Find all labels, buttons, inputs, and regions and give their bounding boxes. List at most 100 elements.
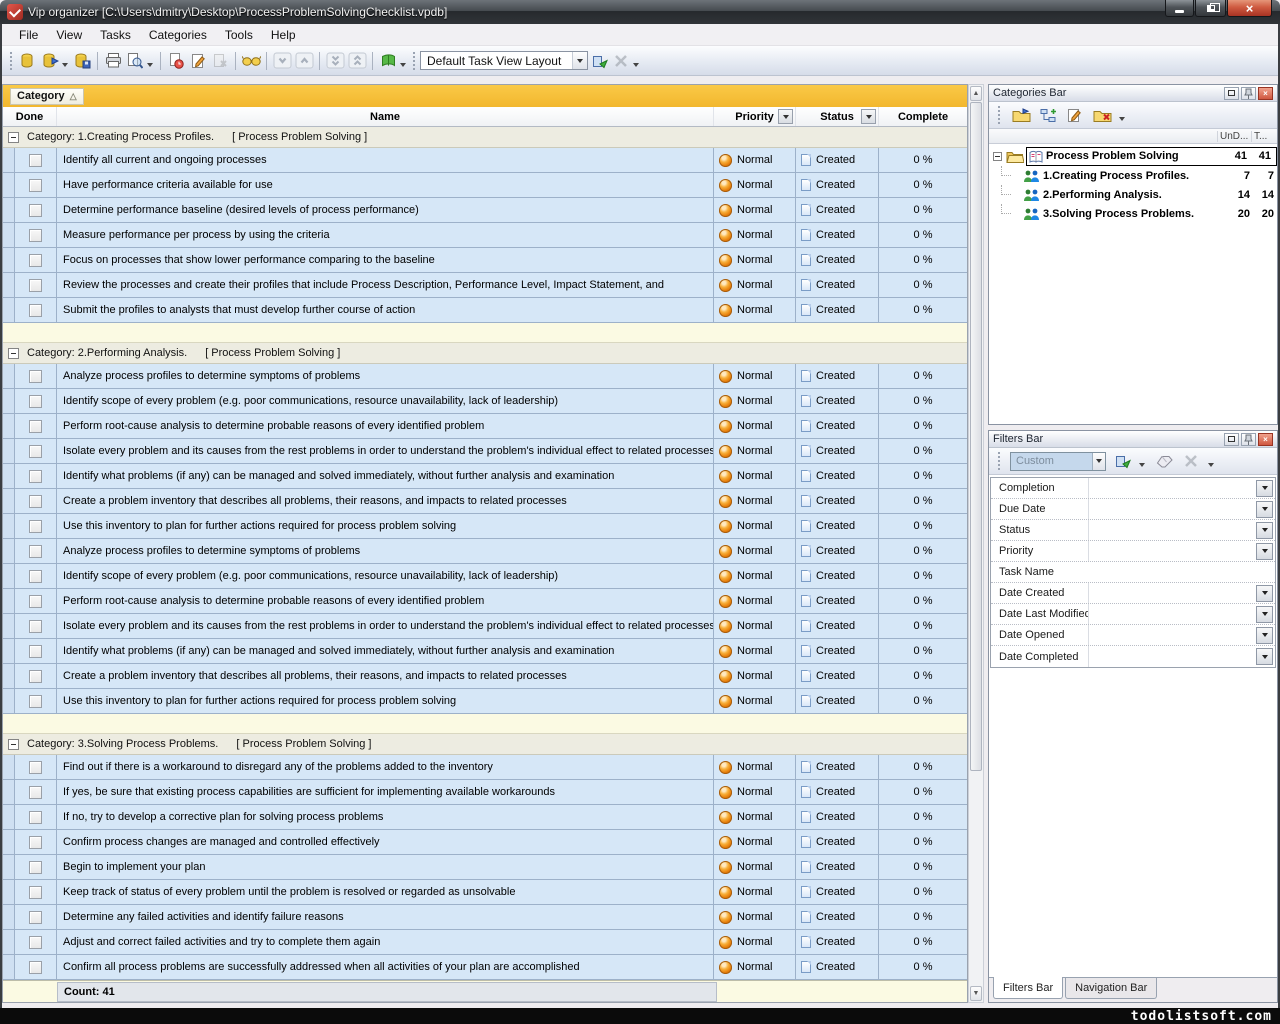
filter-value-field[interactable] [1089,520,1256,540]
clear-filter-icon[interactable] [1153,450,1175,472]
filter-value-field[interactable] [1089,562,1275,582]
column-header-complete[interactable]: Complete [879,107,967,126]
task-done-checkbox[interactable] [29,811,42,824]
task-done-checkbox[interactable] [29,645,42,658]
new-database-icon[interactable] [17,50,39,72]
task-done-checkbox[interactable] [29,861,42,874]
task-done-checkbox[interactable] [29,495,42,508]
panel-restore-button[interactable] [1224,87,1239,100]
new-task-icon[interactable] [165,50,187,72]
task-done-checkbox[interactable] [29,695,42,708]
task-row[interactable]: Analyze process profiles to determine sy… [3,364,967,389]
print-icon[interactable] [102,50,124,72]
task-done-checkbox[interactable] [29,254,42,267]
filter-dropdown-button[interactable] [1256,543,1273,560]
delete-task-icon[interactable] [209,50,231,72]
task-done-checkbox[interactable] [29,470,42,483]
scrollbar-thumb[interactable] [970,102,982,771]
print-dropdown-icon[interactable] [147,63,153,67]
menu-help[interactable]: Help [262,25,305,45]
filter-dropdown-button[interactable] [1256,501,1273,518]
filter-value-field[interactable] [1089,604,1256,624]
task-row[interactable]: Determine any failed activities and iden… [3,905,967,930]
group-header-row[interactable]: Category: 2.Performing Analysis. [ Proce… [3,343,967,364]
delete-filter-icon[interactable] [1180,450,1202,472]
task-row[interactable]: Confirm process changes are managed and … [3,830,967,855]
task-done-checkbox[interactable] [29,154,42,167]
task-done-checkbox[interactable] [29,670,42,683]
minimize-button[interactable] [1165,0,1194,17]
task-row[interactable]: Isolate every problem and its causes fro… [3,614,967,639]
task-row[interactable]: Perform root-cause analysis to determine… [3,414,967,439]
filter-preset-arrow-icon[interactable] [1092,453,1105,470]
panel-close-button[interactable]: × [1258,433,1273,446]
task-row[interactable]: Focus on processes that show lower perfo… [3,248,967,273]
task-row[interactable]: Confirm all process problems are success… [3,955,967,980]
column-header-total[interactable]: T... [1251,131,1277,142]
panel-pin-button[interactable] [1241,87,1256,100]
task-done-checkbox[interactable] [29,936,42,949]
task-done-checkbox[interactable] [29,836,42,849]
filter-dropdown-button[interactable] [1256,585,1273,602]
category-tree-root[interactable]: Process Problem Solving 41 41 [989,146,1277,166]
filter-value-field[interactable] [1089,541,1256,561]
task-row[interactable]: Analyze process profiles to determine sy… [3,539,967,564]
task-row[interactable]: Adjust and correct failed activities and… [3,930,967,955]
task-done-checkbox[interactable] [29,279,42,292]
category-tree-item[interactable]: 1.Creating Process Profiles. 7 7 [989,166,1277,185]
scroll-up-button[interactable]: ▲ [970,86,982,101]
move-to-top-icon[interactable] [346,50,368,72]
column-header-name[interactable]: Name [57,107,714,126]
group-by-category-button[interactable]: Category △ [10,88,84,105]
filter-dropdown-button[interactable] [1256,606,1273,623]
move-to-bottom-icon[interactable] [324,50,346,72]
tree-root-focus[interactable]: Process Problem Solving 41 41 [1026,147,1277,166]
task-done-checkbox[interactable] [29,570,42,583]
collapse-group-icon[interactable] [8,132,19,143]
panel-pin-button[interactable] [1241,433,1256,446]
new-subcategory-icon[interactable] [1037,104,1059,126]
filter-dropdown-button[interactable] [1256,627,1273,644]
menu-file[interactable]: File [10,25,47,45]
tab-navigation-bar[interactable]: Navigation Bar [1065,978,1157,999]
close-button[interactable]: × [1227,0,1272,17]
filter-value-field[interactable] [1089,646,1256,667]
menu-tasks[interactable]: Tasks [91,25,140,45]
task-row[interactable]: Measure performance per process by using… [3,223,967,248]
print-preview-icon[interactable] [124,50,146,72]
new-category-icon[interactable] [1010,104,1032,126]
task-done-checkbox[interactable] [29,886,42,899]
task-row[interactable]: Begin to implement your plan Normal Crea… [3,855,967,880]
notebook-icon[interactable] [377,50,399,72]
menu-categories[interactable]: Categories [140,25,216,45]
task-done-checkbox[interactable] [29,620,42,633]
filter-dropdown-button[interactable] [1256,480,1273,497]
filter-preset-combobox[interactable]: Custom [1010,452,1106,471]
menu-tools[interactable]: Tools [216,25,262,45]
task-row[interactable]: Use this inventory to plan for further a… [3,689,967,714]
group-header-row[interactable]: Category: 3.Solving Process Problems. [ … [3,734,967,755]
task-row[interactable]: If yes, be sure that existing process ca… [3,780,967,805]
task-row[interactable]: Determine performance baseline (desired … [3,198,967,223]
task-done-checkbox[interactable] [29,520,42,533]
edit-task-icon[interactable] [187,50,209,72]
status-filter-button[interactable] [861,109,876,124]
move-up-icon[interactable] [293,50,315,72]
task-done-checkbox[interactable] [29,761,42,774]
task-done-checkbox[interactable] [29,304,42,317]
notebook-dropdown-icon[interactable] [400,63,406,67]
save-database-icon[interactable] [71,50,93,72]
task-row[interactable]: Identify scope of every problem (e.g. po… [3,564,967,589]
layout-dropdown-icon[interactable] [633,63,639,67]
panel-restore-button[interactable] [1224,433,1239,446]
task-done-checkbox[interactable] [29,204,42,217]
column-header-priority[interactable]: Priority [714,107,796,126]
filter-value-field[interactable] [1089,625,1256,645]
task-done-checkbox[interactable] [29,445,42,458]
layout-combobox[interactable]: Default Task View Layout [420,51,588,70]
layout-combobox-arrow-icon[interactable] [572,52,587,69]
delete-layout-icon[interactable] [610,50,632,72]
task-row[interactable]: Identify all current and ongoing process… [3,148,967,173]
view-task-icon[interactable] [240,50,262,72]
task-done-checkbox[interactable] [29,179,42,192]
